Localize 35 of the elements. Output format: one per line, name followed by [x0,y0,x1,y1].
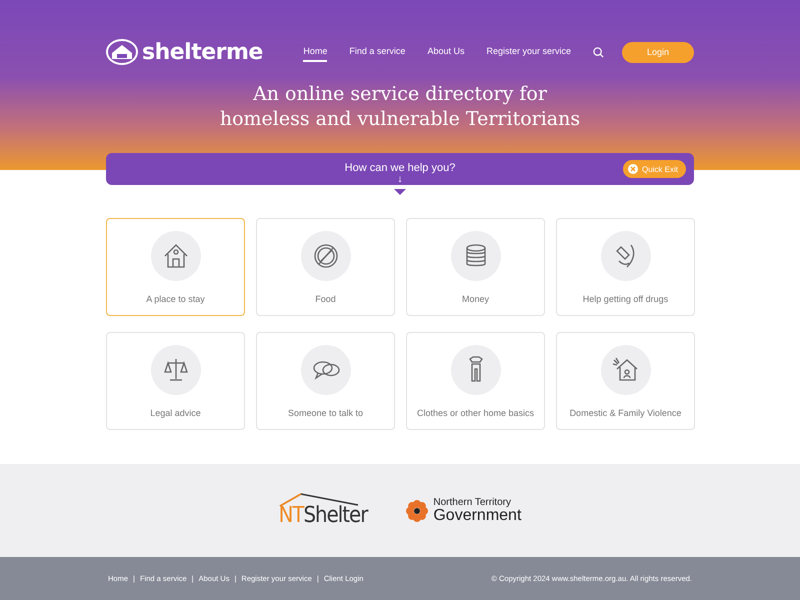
service-label: A place to stay [146,294,205,304]
service-label: Help getting off drugs [582,294,668,304]
help-question: How can we help you? [344,162,456,174]
service-label: Clothes or other home basics [416,408,534,418]
shelterme-logo[interactable]: shelterme [106,39,263,65]
nt-government-logo: Northern Territory Government [433,497,522,524]
service-card[interactable]: Money [406,218,545,316]
service-card[interactable]: A place to stay [106,218,245,316]
nt-shelter-logo: NTShelter [278,493,368,528]
service-card[interactable]: Domestic & Family Violence [556,332,695,430]
service-card[interactable]: Legal advice [106,332,245,430]
money-icon [450,231,500,281]
roof-icon [278,493,359,507]
service-card[interactable]: Food [256,218,395,316]
service-label: Food [315,294,336,304]
service-label: Legal advice [150,408,201,418]
house-icon [150,231,200,281]
service-label: Domestic & Family Violence [570,408,682,418]
headline: An online service directory for homeless and vulnerable Territorians [220,82,580,132]
service-card[interactable]: Clothes or other home basics [406,332,545,430]
talk-icon [300,345,350,395]
house-logo-icon [106,39,138,65]
service-label: Someone to talk to [288,408,364,418]
legal-icon [150,345,200,395]
down-arrow: ↓ [398,174,402,185]
nav-link[interactable]: Home [303,42,328,62]
service-card[interactable]: Help getting off drugs [556,218,695,316]
service-label: Money [462,294,489,304]
nav-link[interactable]: Register your service [486,42,571,62]
search-icon[interactable] [593,46,604,58]
close-icon [628,164,638,174]
nav-link[interactable]: About Us [427,42,464,62]
flower-icon [405,498,430,522]
service-card[interactable]: Someone to talk to [256,332,395,430]
nav-link[interactable]: Find a service [349,42,406,62]
